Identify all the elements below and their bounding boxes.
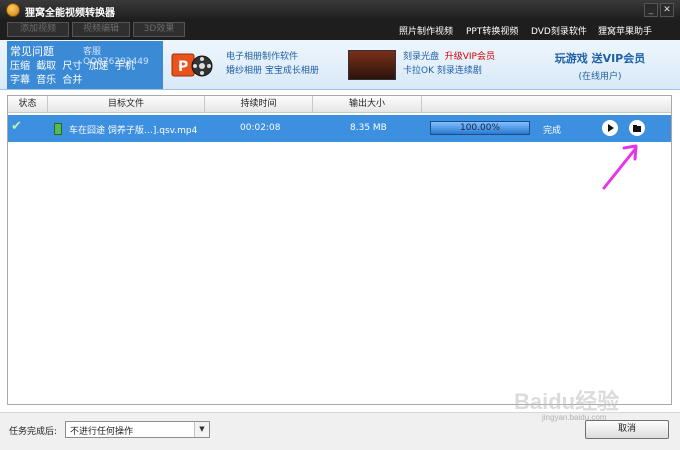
ppt-film-icon[interactable]: P <box>170 50 214 80</box>
task-list-header: 状态 目标文件 持续时间 输出大小 <box>8 96 671 113</box>
faq-links: 压缩 截取 尺寸 加速 手机 字幕 音乐 合并 <box>10 60 160 88</box>
task-list: 状态 目标文件 持续时间 输出大小 ✔ 车在囧途 饲养子版…].qsv.mp4 … <box>7 95 672 405</box>
faq-link-speed[interactable]: 加速 <box>89 61 109 72</box>
faq-panel: 常见问题 客服QQ876292449 压缩 截取 尺寸 加速 手机 字幕 音乐 … <box>7 41 163 89</box>
faq-link-size[interactable]: 尺寸 <box>62 61 82 72</box>
ppt-to-video-link[interactable]: PPT转换视频 <box>466 24 518 37</box>
toolbar: 添加视频 视频编辑 3D效果 照片制作视频 PPT转换视频 DVD刻录软件 狸窝… <box>0 20 680 40</box>
promo2-burn-disc[interactable]: 刻录光盘 <box>403 52 439 62</box>
column-header-progress <box>422 96 671 113</box>
faq-link-phone[interactable]: 手机 <box>115 61 135 72</box>
app-logo-icon <box>6 3 20 17</box>
window-title: 狸窝全能视频转换器 <box>25 8 115 19</box>
promo3-subtitle: (在线用户) <box>578 72 622 82</box>
promo-banner: 常见问题 客服QQ876292449 压缩 截取 尺寸 加速 手机 字幕 音乐 … <box>0 40 680 90</box>
promo1-line1[interactable]: 电子相册制作软件 <box>226 50 319 64</box>
add-video-button[interactable]: 添加视频 <box>7 22 69 37</box>
after-complete-select[interactable]: 不进行任何操作 ▼ <box>65 421 210 438</box>
row-duration: 00:02:08 <box>240 123 281 133</box>
after-complete-label: 任务完成后: <box>9 427 58 437</box>
apple-helper-link[interactable]: 狸窝苹果助手 <box>598 24 652 37</box>
after-complete-value: 不进行任何操作 <box>70 427 134 437</box>
watermark-sub: jingyan.baidu.com <box>542 413 607 422</box>
photo-album-promo[interactable]: 电子相册制作软件 婚纱相册 宝宝成长相册 <box>226 50 319 78</box>
faq-title[interactable]: 常见问题 <box>10 43 54 59</box>
progress-bar: 100.00% <box>430 121 530 135</box>
close-icon[interactable]: ✕ <box>660 3 674 17</box>
column-header-output-size[interactable]: 输出大小 <box>313 96 422 113</box>
faq-link-merge[interactable]: 合并 <box>62 75 82 86</box>
photo-to-video-link[interactable]: 照片制作视频 <box>399 24 453 37</box>
promo1-line2[interactable]: 婚纱相册 宝宝成长相册 <box>226 64 319 78</box>
baidu-watermark: Baidu经验 jingyan.baidu.com <box>514 384 664 424</box>
game-vip-promo[interactable]: 玩游戏 送VIP会员 (在线用户) <box>540 50 660 82</box>
video-file-icon <box>54 123 62 135</box>
edit-video-button[interactable]: 视频编辑 <box>72 22 130 37</box>
faq-link-trim[interactable]: 截取 <box>36 61 56 72</box>
faq-link-subtitle[interactable]: 字幕 <box>10 75 30 86</box>
3d-effect-button[interactable]: 3D效果 <box>133 22 185 37</box>
faq-link-compress[interactable]: 压缩 <box>10 61 30 72</box>
promo2-line2[interactable]: 卡拉OK 刻录连续剧 <box>403 64 495 78</box>
promo3-title[interactable]: 玩游戏 送VIP会员 <box>540 50 660 66</box>
progress-text: 100.00% <box>459 123 501 133</box>
disc-burn-image-icon[interactable] <box>348 50 396 80</box>
column-header-status[interactable]: 状态 <box>8 96 48 113</box>
column-header-target-file[interactable]: 目标文件 <box>48 96 205 113</box>
check-icon: ✔ <box>11 119 22 134</box>
row-filename: 车在囧途 饲养子版…].qsv.mp4 <box>69 126 198 136</box>
open-folder-icon[interactable] <box>629 120 645 136</box>
svg-text:P: P <box>178 59 188 75</box>
table-row[interactable]: ✔ 车在囧途 饲养子版…].qsv.mp4 00:02:08 8.35 MB 1… <box>8 115 671 142</box>
annotation-arrow-icon <box>602 144 638 190</box>
play-icon[interactable] <box>602 120 618 136</box>
row-status: 完成 <box>543 126 562 136</box>
column-header-duration[interactable]: 持续时间 <box>205 96 313 113</box>
faq-link-music[interactable]: 音乐 <box>36 75 56 86</box>
minimize-icon[interactable]: _ <box>644 3 658 17</box>
title-bar: 狸窝全能视频转换器 _ ✕ <box>0 0 680 20</box>
chevron-down-icon[interactable]: ▼ <box>194 422 209 437</box>
disc-burn-promo[interactable]: 刻录光盘 升级VIP会员 卡拉OK 刻录连续剧 <box>403 50 495 78</box>
dvd-burn-link[interactable]: DVD刻录软件 <box>531 24 587 37</box>
watermark-main: Baidu经验 <box>514 389 620 414</box>
promo2-upgrade-vip[interactable]: 升级VIP会员 <box>445 52 495 62</box>
row-output-size: 8.35 MB <box>350 123 387 133</box>
